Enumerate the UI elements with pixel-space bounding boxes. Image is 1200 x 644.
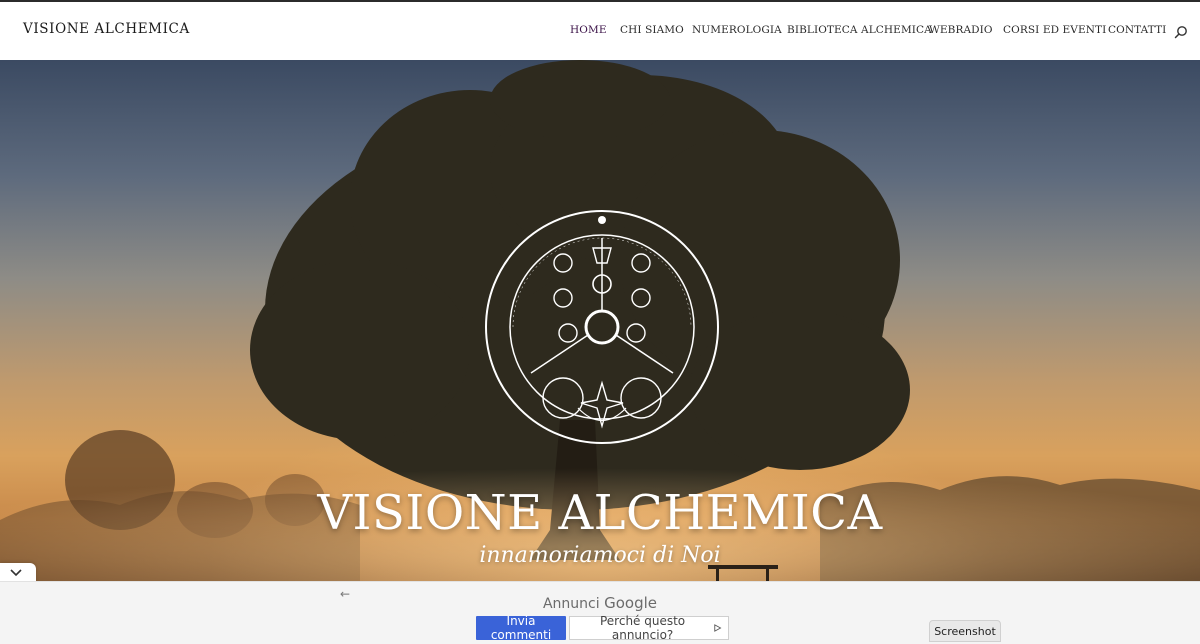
nav-contatti[interactable]: CONTATTI	[1108, 24, 1166, 36]
nav-numerologia[interactable]: NUMEROLOGIA	[692, 24, 782, 36]
why-this-ad-button[interactable]: Perché questo annuncio?	[569, 614, 729, 642]
nav-home[interactable]: HOME	[570, 24, 607, 36]
hero-title: VISIONE ALCHEMICA	[317, 485, 883, 541]
chevron-down-icon	[10, 569, 22, 577]
search-icon[interactable]	[1174, 25, 1188, 39]
nav-chi-siamo[interactable]: CHI SIAMO	[620, 24, 684, 36]
ad-collapse-tab[interactable]	[0, 563, 36, 582]
alchemical-seal-emblem	[485, 210, 719, 444]
send-feedback-button[interactable]: Invia commenti	[476, 614, 566, 642]
adchoices-play-icon	[714, 624, 722, 632]
ad-label-brand: Google	[604, 594, 657, 612]
main-nav: HOME CHI SIAMO NUMEROLOGIA BIBLIOTECA AL…	[0, 24, 1200, 44]
ad-label-prefix: Annunci	[542, 596, 600, 612]
google-ad-bar: ← Annunci Google Invia commenti Perché q…	[0, 581, 1200, 644]
hero-subtitle: innamoriamoci di Noi	[479, 543, 721, 568]
site-header: VISIONE ALCHEMICA HOME CHI SIAMO NUMEROL…	[0, 2, 1200, 61]
nav-webradio[interactable]: WEBRADIO	[929, 24, 993, 36]
screenshot-button[interactable]: Screenshot	[929, 620, 1001, 642]
why-this-ad-label: Perché questo annuncio?	[599, 614, 686, 642]
nav-corsi-ed-eventi[interactable]: CORSI ED EVENTI	[1003, 24, 1106, 36]
nav-biblioteca-alchemica[interactable]: BIBLIOTECA ALCHEMICA	[787, 24, 932, 36]
ad-label: Annunci Google	[0, 594, 1200, 612]
hero-banner: VISIONE ALCHEMICA innamoriamoci di Noi	[0, 60, 1200, 581]
